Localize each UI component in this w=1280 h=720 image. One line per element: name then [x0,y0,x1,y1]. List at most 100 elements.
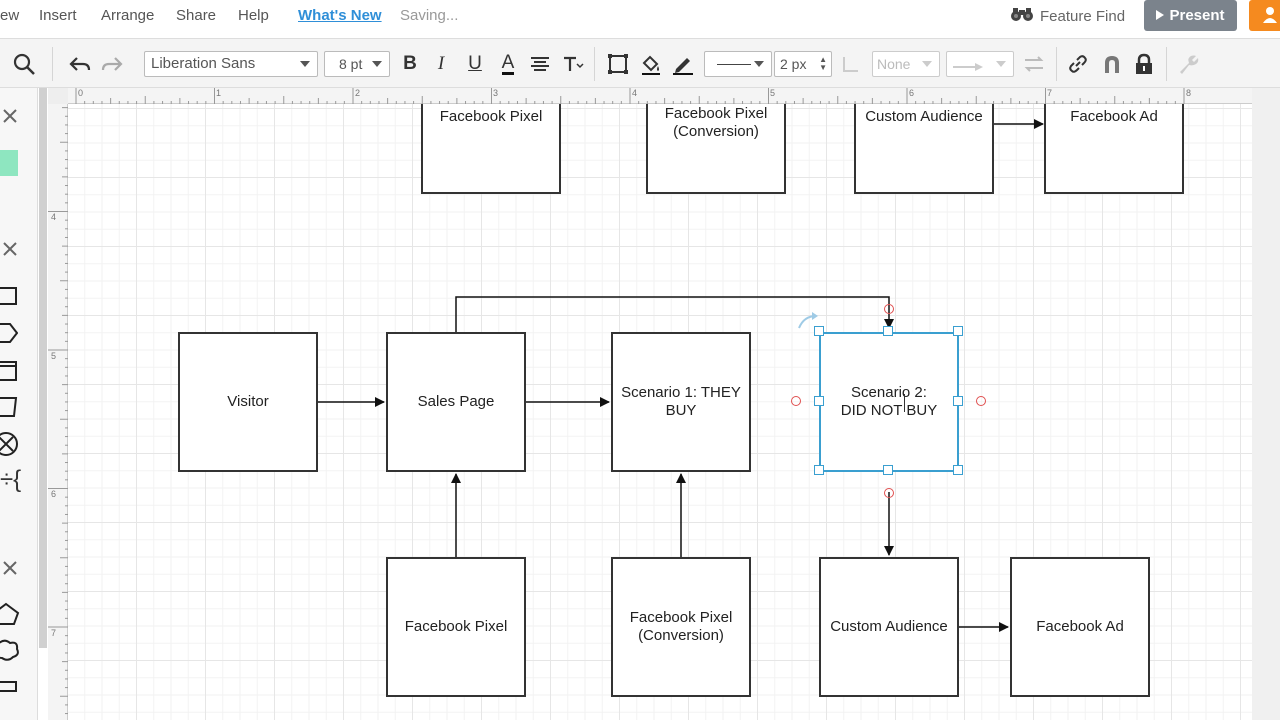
close-library-button[interactable] [0,241,20,261]
connection-point-left[interactable] [791,396,801,406]
shape-label: Facebook Pixel (Conversion) [664,105,768,140]
hexagon-shape-icon[interactable] [0,322,19,349]
link-icon [1067,53,1089,75]
text-options-button[interactable] [560,39,586,89]
shape-border-button[interactable] [605,39,631,89]
italic-button[interactable]: I [430,39,452,89]
shape-label: Facebook Ad [1036,618,1124,635]
connection-point-right[interactable] [976,396,986,406]
font-family-select[interactable]: Liberation Sans [144,51,318,77]
menu-whats-new[interactable]: What's New [298,7,382,24]
shape-sales-page[interactable]: Sales Page [386,332,526,472]
shape-custom-audience-bottom[interactable]: Custom Audience [819,557,959,697]
wrench-button[interactable] [1174,39,1202,89]
menu-view[interactable]: ew [0,7,19,24]
toolbar-separator [52,47,53,81]
ruler-horizontal: 0 1 2 3 4 5 6 7 8 [68,88,1252,104]
present-button[interactable]: Present [1144,0,1237,31]
feature-find-button[interactable]: Feature Find [1010,6,1125,26]
process-shape-icon[interactable] [0,360,18,387]
line-width-stepper[interactable]: 2 px ▲ ▼ [774,51,832,77]
link-button[interactable] [1064,39,1092,89]
bold-button[interactable]: B [398,39,422,89]
shape-visitor[interactable]: Visitor [178,332,318,472]
canvas-right-gutter [1252,88,1280,720]
underline-button[interactable]: U [463,39,487,89]
ruler-vertical: 4 5 6 7 [48,104,68,720]
rectangle-shape-icon[interactable] [0,286,18,311]
close-library-button[interactable] [0,560,20,580]
arrow-start-value: None [877,56,911,72]
toolbar: Liberation Sans 8 pt B I U A 2 px ▲ ▼ No… [0,38,1280,88]
resize-handle-ne[interactable] [953,326,963,336]
shape-facebook-pixel-conversion-bottom[interactable]: Facebook Pixel (Conversion) [611,557,751,697]
connection-point-top[interactable] [884,304,894,314]
brace-shape-icon[interactable]: ÷{ [0,466,21,494]
resize-handle-n[interactable] [883,326,893,336]
menu-insert[interactable]: Insert [39,7,77,24]
redo-button[interactable] [98,39,126,89]
line-color-button[interactable] [670,39,696,89]
close-icon [3,108,17,128]
shape-label: Custom Audience [865,108,983,125]
arrow-start-select[interactable]: None [872,51,940,77]
font-color-button[interactable]: A [496,39,520,89]
lock-button[interactable] [1130,39,1158,89]
ruler-corner [48,88,68,104]
menu-arrange[interactable]: Arrange [101,7,154,24]
shape-facebook-ad-bottom[interactable]: Facebook Ad [1010,557,1150,697]
chevron-down-icon [372,61,382,67]
resize-handle-s[interactable] [883,465,893,475]
shape-facebook-pixel-top[interactable]: Facebook Pixel [421,104,561,194]
cloud-shape-icon[interactable] [0,638,20,667]
shape-library-panel: ÷{ [0,88,38,720]
line-style-select[interactable] [704,51,772,77]
pentagon-shape-icon[interactable] [0,602,20,631]
shape-scenario-1[interactable]: Scenario 1: THEY BUY [611,332,751,472]
or-gate-shape-icon[interactable] [0,430,20,463]
share-user-button[interactable] [1249,0,1280,31]
resize-handle-e[interactable] [953,396,963,406]
menu-help[interactable]: Help [238,7,269,24]
feature-find-label: Feature Find [1040,7,1126,25]
arrow-end-select[interactable] [946,51,1014,77]
shape-scenario-2[interactable]: Scenario 2: DID NOT BUY [819,332,959,472]
bar-shape-icon[interactable] [0,680,20,699]
font-size-select[interactable]: 8 pt [324,51,390,77]
connection-point-bottom[interactable] [884,488,894,498]
search-button[interactable] [8,39,40,89]
panel-scrollbar[interactable] [39,88,47,648]
fill-color-button[interactable] [638,39,664,89]
diagram-canvas[interactable]: Facebook Pixel Facebook Pixel (Conversio… [68,104,1252,720]
shape-label: DID NOT BUY [840,402,938,419]
binoculars-icon [1010,6,1034,26]
shape-facebook-pixel-conversion-top[interactable]: Facebook Pixel (Conversion) [646,104,786,194]
resize-handle-nw[interactable] [814,326,824,336]
text-align-button[interactable] [528,39,552,89]
shape-label: Facebook Pixel (Conversion) [629,609,733,644]
resize-handle-se[interactable] [953,465,963,475]
close-icon [3,560,17,580]
stepper-arrows-icon[interactable]: ▲ ▼ [819,56,827,72]
elbow-line-icon [840,53,862,75]
search-icon [12,52,36,76]
shape-facebook-ad-top[interactable]: Facebook Ad [1044,104,1184,194]
text-cursor [904,394,905,412]
ruler-label: 5 [51,351,57,361]
document-shape-icon[interactable] [0,396,18,423]
magnet-button[interactable] [1098,39,1126,89]
connector-sales-to-scenario2[interactable] [455,296,894,332]
menu-share[interactable]: Share [176,7,216,24]
line-width-value: 2 px [780,56,807,72]
undo-button[interactable] [66,39,94,89]
shape-facebook-pixel-bottom[interactable]: Facebook Pixel [386,557,526,697]
swap-arrows-button[interactable] [1020,39,1048,89]
shape-custom-audience-top[interactable]: Custom Audience [854,104,994,194]
resize-handle-w[interactable] [814,396,824,406]
square-outline-icon [607,53,629,75]
resize-handle-sw[interactable] [814,465,824,475]
color-swatch-shape[interactable] [0,150,18,176]
line-shape-button[interactable] [838,39,864,89]
close-library-button[interactable] [0,108,20,128]
shape-label: Facebook Pixel [439,108,543,125]
